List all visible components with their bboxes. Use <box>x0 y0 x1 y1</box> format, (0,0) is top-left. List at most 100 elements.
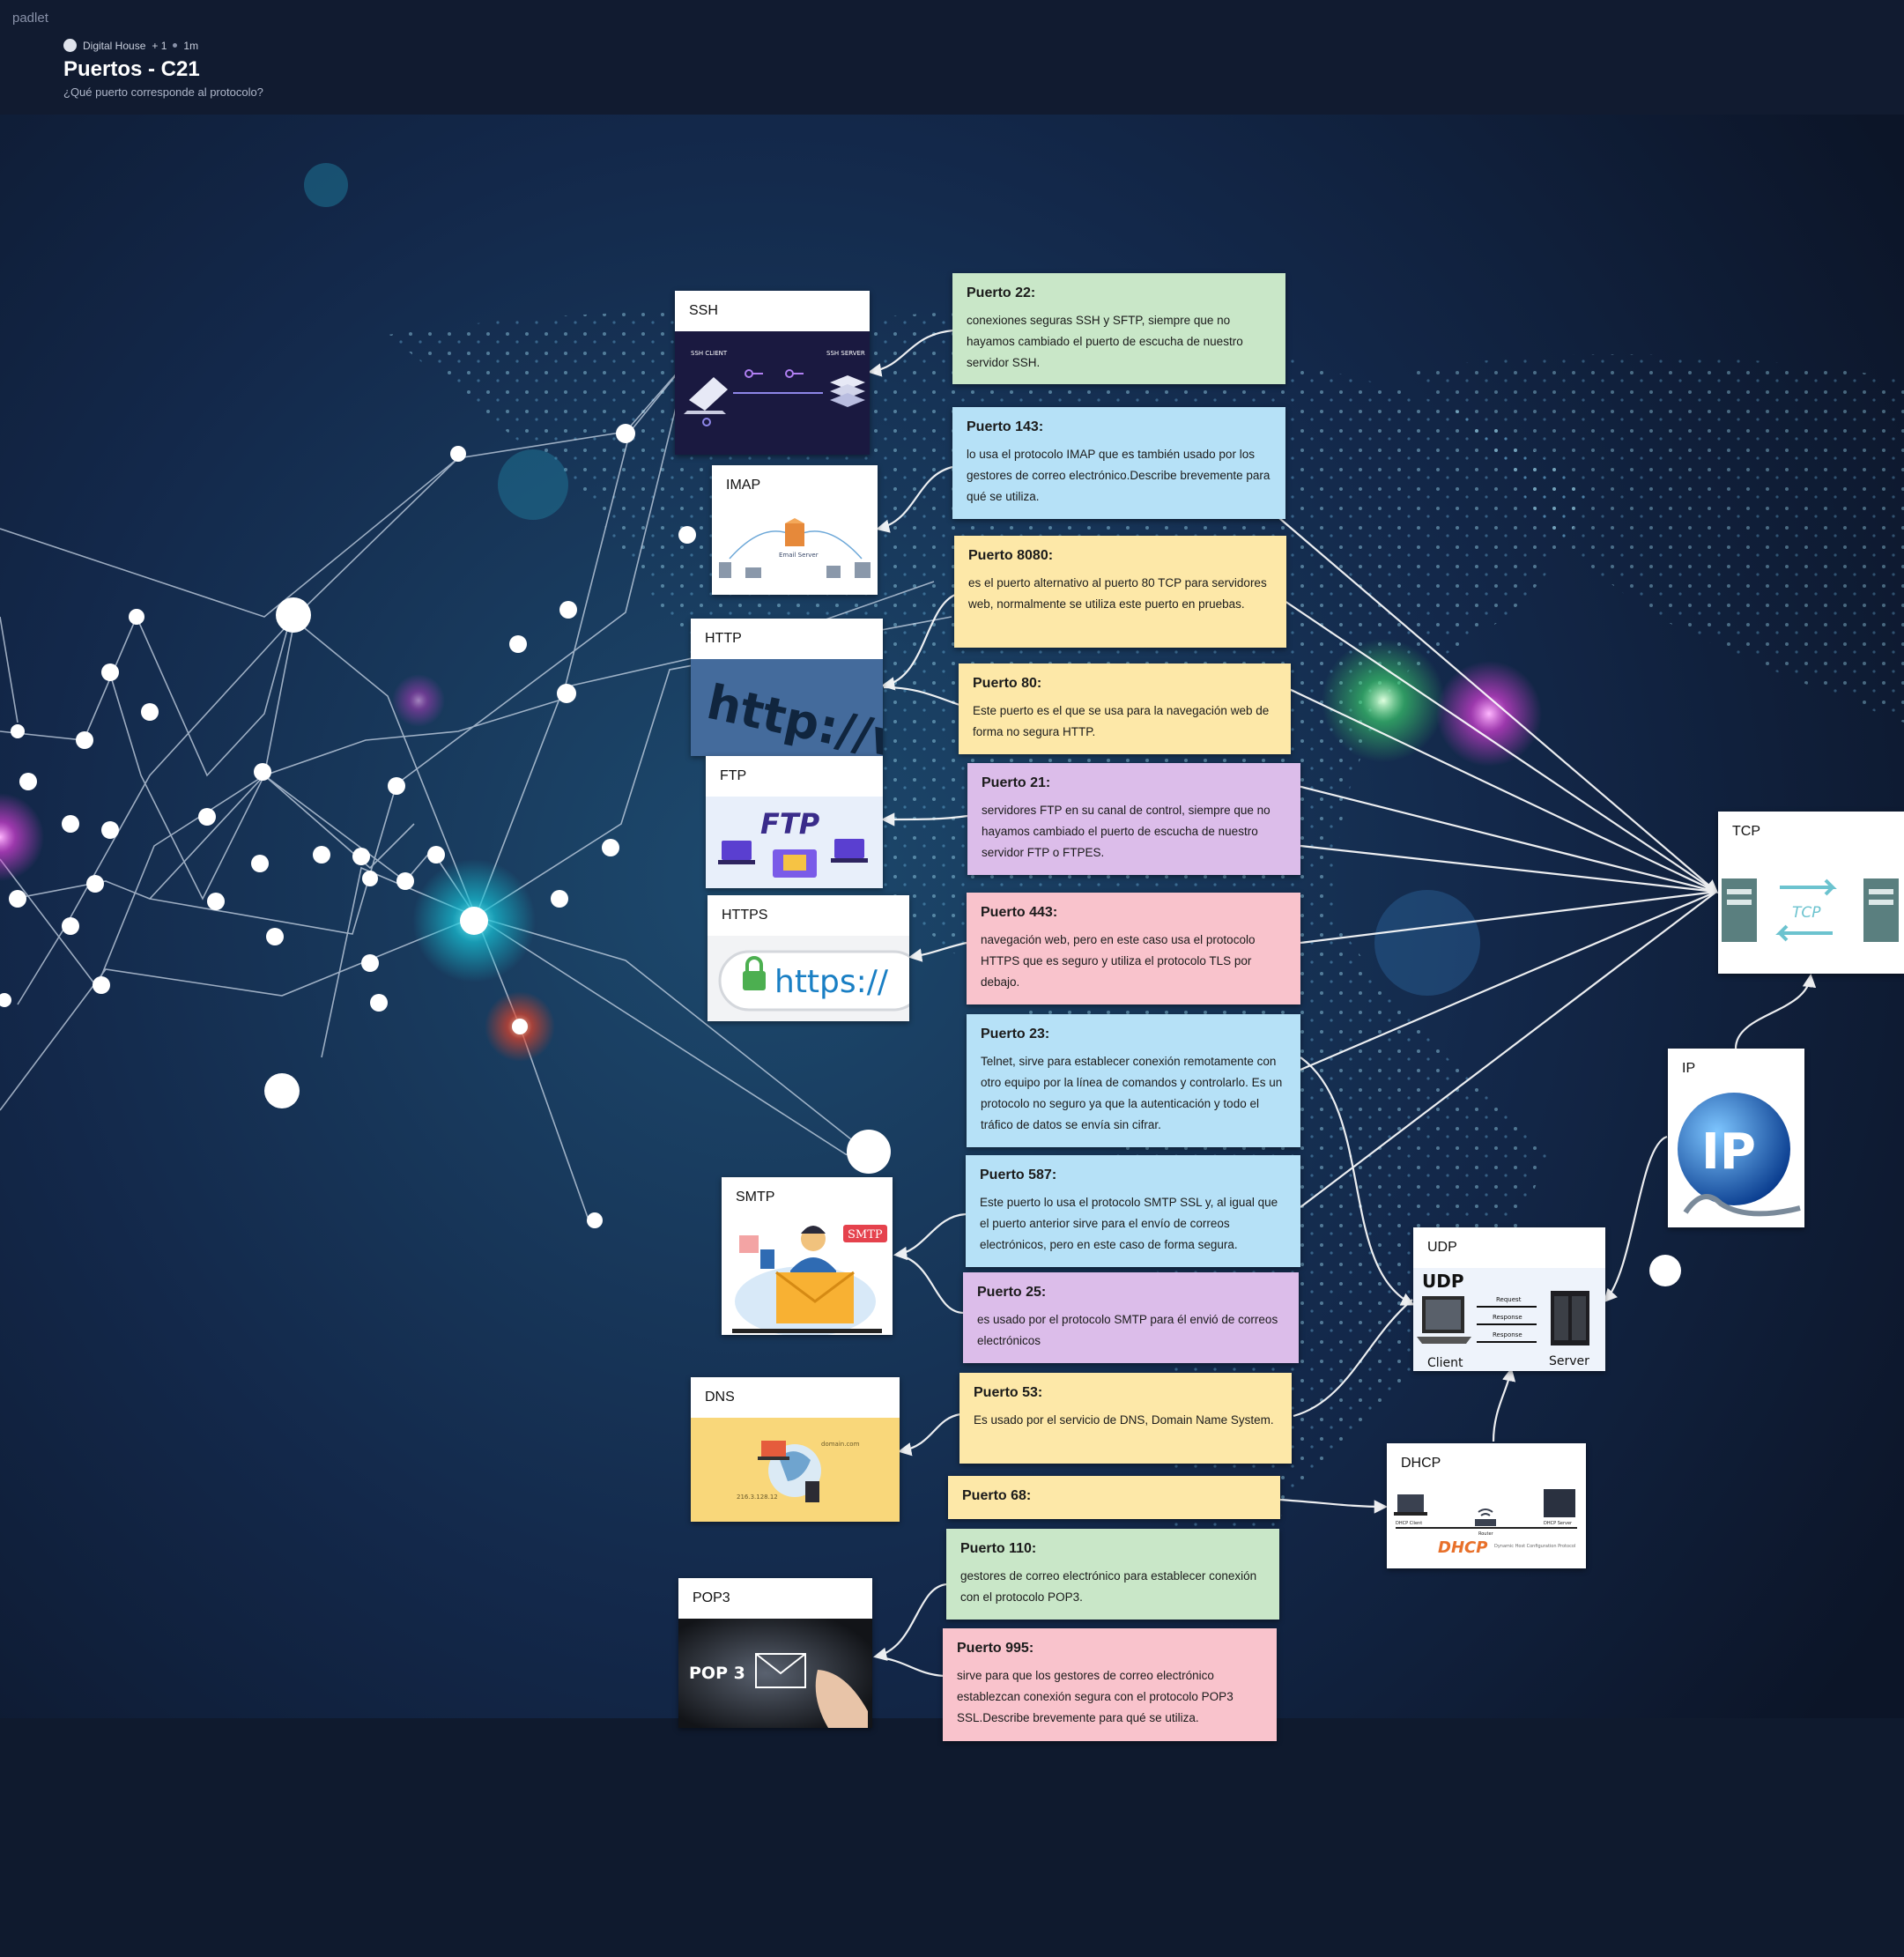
ip-globe-image: IP <box>1668 1089 1804 1227</box>
note-title: Puerto 80: <box>973 676 1042 691</box>
post-dhcp[interactable]: DHCP DHCP Client Router DHCP Server DHCP… <box>1387 1443 1586 1568</box>
ftp-image: FTP <box>706 797 883 888</box>
dns-ip-text: 216.3.128.12 <box>737 1494 778 1501</box>
post-title: POP3 <box>693 1590 730 1605</box>
imap-diagram-image: Email Server <box>712 506 878 595</box>
note-port-80[interactable]: Puerto 80: Este puerto es el que se usa … <box>959 663 1291 754</box>
post-title: DHCP <box>1401 1456 1441 1471</box>
ssh-client-label: SSH CLIENT <box>691 350 728 357</box>
note-port-587[interactable]: Puerto 587: Este puerto lo usa el protoc… <box>966 1155 1300 1267</box>
post-title: SSH <box>689 303 718 318</box>
note-text: servidores FTP en su canal de control, s… <box>982 804 1271 859</box>
page-title: Puertos - C21 <box>63 57 200 81</box>
https-address-text: https:// <box>774 964 889 1000</box>
board-header: Digital House + 1 1m Puertos - C21 ¿Qué … <box>63 39 263 99</box>
note-title: Puerto 443: <box>981 905 1058 920</box>
pop3-image: POP 3 <box>678 1619 872 1728</box>
email-server-label: Email Server <box>779 552 819 559</box>
note-text: es usado por el protocolo SMTP para él e… <box>977 1313 1278 1347</box>
note-title: Puerto 21: <box>982 775 1051 790</box>
note-port-23[interactable]: Puerto 23: Telnet, sirve para establecer… <box>967 1014 1300 1147</box>
post-tcp[interactable]: TCP TCP <box>1718 812 1904 974</box>
note-port-25[interactable]: Puerto 25: es usado por el protocolo SMT… <box>963 1272 1299 1363</box>
post-http[interactable]: HTTP http://ww <box>691 619 883 756</box>
author-name[interactable]: Digital House <box>83 40 145 52</box>
note-text: lo usa el protocolo IMAP que es también … <box>967 448 1271 503</box>
udp-diagram-image: UDP Request Response Response Client Ser… <box>1413 1268 1605 1371</box>
note-title: Puerto 143: <box>967 419 1044 434</box>
smtp-bubble-text: SMTP <box>848 1228 883 1242</box>
dhcp-server-label: DHCP Server <box>1544 1521 1573 1526</box>
tcp-text: TCP <box>1792 904 1821 922</box>
note-port-53[interactable]: Puerto 53: Es usado por el servicio de D… <box>959 1373 1292 1464</box>
note-title: Puerto 23: <box>981 1027 1050 1042</box>
note-port-443[interactable]: Puerto 443: navegación web, pero en este… <box>967 893 1300 1004</box>
note-text: sirve para que los gestores de correo el… <box>957 1669 1234 1724</box>
post-title: FTP <box>720 768 747 783</box>
note-port-110[interactable]: Puerto 110: gestores de correo electróni… <box>946 1529 1279 1620</box>
note-text: conexiones seguras SSH y SFTP, siempre q… <box>967 314 1243 369</box>
post-title: HTTPS <box>722 908 768 923</box>
padlet-logo[interactable]: padlet <box>12 11 48 26</box>
note-text: Telnet, sirve para establecer conexión r… <box>981 1055 1283 1131</box>
note-port-995[interactable]: Puerto 995: sirve para que los gestores … <box>943 1628 1277 1741</box>
note-title: Puerto 587: <box>980 1168 1057 1182</box>
post-ftp[interactable]: FTP FTP <box>706 756 883 888</box>
post-udp[interactable]: UDP UDP Request Response Response Client… <box>1413 1227 1605 1371</box>
note-text: es el puerto alternativo al puerto 80 TC… <box>968 576 1267 611</box>
ftp-text: FTP <box>760 807 820 841</box>
smtp-image: SMTP <box>722 1218 893 1335</box>
udp-request-label: Request <box>1496 1296 1522 1303</box>
post-dns[interactable]: DNS domain.com 216.3.128.12 <box>691 1377 900 1522</box>
board-meta: Digital House + 1 1m <box>63 39 263 52</box>
note-port-22[interactable]: Puerto 22: conexiones seguras SSH y SFTP… <box>952 273 1285 384</box>
post-ip[interactable]: IP IP <box>1668 1049 1804 1227</box>
note-text: Este puerto es el que se usa para la nav… <box>973 704 1270 738</box>
author-avatar[interactable] <box>63 39 77 52</box>
post-smtp[interactable]: SMTP SMTP <box>722 1177 893 1335</box>
ssh-diagram-image: SSH CLIENT SSH SERVER <box>675 331 870 455</box>
note-text: Es usado por el servicio de DNS, Domain … <box>974 1413 1274 1427</box>
contributor-count: + 1 <box>152 39 167 52</box>
timestamp: 1m <box>183 39 199 52</box>
post-pop3[interactable]: POP3 POP 3 <box>678 1578 872 1728</box>
post-imap[interactable]: IMAP Email Server <box>712 465 878 595</box>
tcp-image: TCP <box>1718 852 1904 974</box>
udp-text: UDP <box>1422 1271 1464 1292</box>
note-port-21[interactable]: Puerto 21: servidores FTP en su canal de… <box>967 763 1300 875</box>
post-title: DNS <box>705 1390 735 1405</box>
note-port-143[interactable]: Puerto 143: lo usa el protocolo IMAP que… <box>952 407 1285 519</box>
note-title: Puerto 110: <box>960 1541 1037 1556</box>
note-title: Puerto 995: <box>957 1641 1034 1656</box>
separator-dot <box>173 43 178 48</box>
dns-image: domain.com 216.3.128.12 <box>691 1418 900 1522</box>
post-title: IP <box>1682 1061 1696 1076</box>
dhcp-diagram-image: DHCP Client Router DHCP Server DHCP Dyna… <box>1387 1484 1586 1568</box>
post-title: HTTP <box>705 631 742 646</box>
note-text: gestores de correo electrónico para esta… <box>960 1569 1257 1604</box>
note-title: Puerto 25: <box>977 1285 1047 1300</box>
udp-response-label: Response <box>1493 1314 1522 1321</box>
post-title: IMAP <box>726 478 761 493</box>
ip-text: IP <box>1701 1123 1756 1181</box>
post-ssh[interactable]: SSH SSH CLIENT SSH SERVER <box>675 291 870 455</box>
note-port-68[interactable]: Puerto 68: <box>948 1476 1280 1519</box>
dhcp-text: DHCP <box>1438 1538 1487 1557</box>
ssh-server-label: SSH SERVER <box>826 350 865 357</box>
post-title: UDP <box>1427 1240 1457 1255</box>
note-port-8080[interactable]: Puerto 8080: es el puerto alternativo al… <box>954 536 1286 648</box>
note-title: Puerto 68: <box>962 1488 1032 1503</box>
dhcp-router-label: Router <box>1478 1531 1494 1537</box>
note-title: Puerto 53: <box>974 1385 1043 1400</box>
post-https[interactable]: HTTPS https:// <box>708 895 909 1021</box>
post-title: TCP <box>1732 824 1760 839</box>
https-address-image: https:// <box>708 936 909 1021</box>
page-subtitle: ¿Qué puerto corresponde al protocolo? <box>63 85 263 99</box>
note-title: Puerto 8080: <box>968 548 1054 563</box>
note-text: navegación web, pero en este caso usa el… <box>981 933 1256 989</box>
dhcp-client-label: DHCP Client <box>1396 1521 1422 1526</box>
note-text: Este puerto lo usa el protocolo SMTP SSL… <box>980 1196 1278 1251</box>
dhcp-caption: Dynamic Host Configuration Protocol <box>1494 1544 1575 1549</box>
post-title: SMTP <box>736 1190 775 1205</box>
udp-server-label: Server <box>1549 1354 1589 1368</box>
